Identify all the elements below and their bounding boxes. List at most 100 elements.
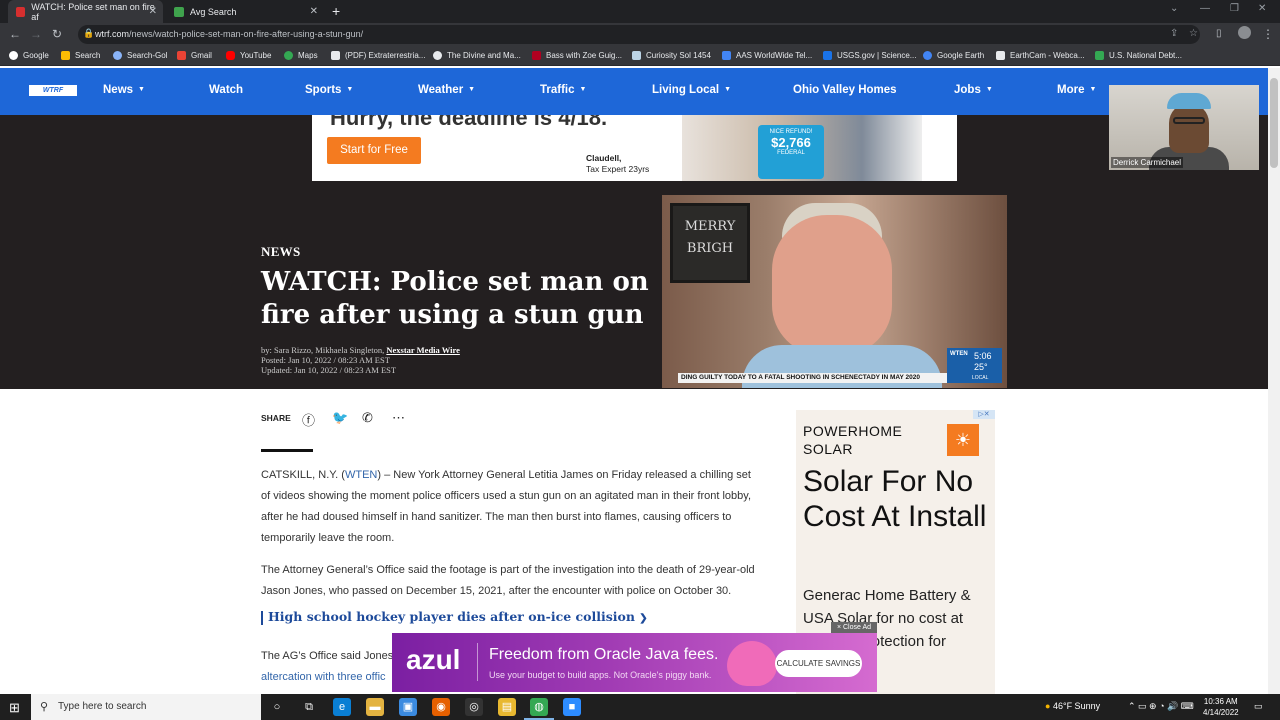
bookmark-aas[interactable]: AAS WorldWide Tel...: [722, 51, 812, 60]
new-tab-icon[interactable]: +: [332, 3, 340, 19]
bookmark-divine[interactable]: The Divine and Ma...: [433, 51, 521, 60]
twitter-icon[interactable]: 🐦: [332, 410, 348, 426]
cortana-icon[interactable]: ○: [268, 698, 286, 716]
maximize-icon[interactable]: ❐: [1230, 3, 1239, 14]
bookmark-curiosity[interactable]: Curiosity Sol 1454: [632, 51, 711, 60]
taskbar-search[interactable]: ⚲ Type here to search: [31, 694, 261, 720]
wten-link[interactable]: WTEN: [345, 469, 377, 481]
sun-icon: ●: [1045, 701, 1051, 711]
wtrf-logo[interactable]: WTRF: [29, 85, 77, 96]
nav-news[interactable]: News ▼: [103, 84, 145, 96]
nav-jobs[interactable]: Jobs ▼: [954, 84, 993, 96]
chevron-down-icon: ▼: [1089, 86, 1097, 94]
store-icon[interactable]: ▣: [399, 698, 417, 716]
start-for-free-button[interactable]: Start for Free: [327, 137, 421, 164]
bookmark-bass-zoe[interactable]: Bass with Zoe Guig...: [532, 51, 622, 60]
task-view-icon[interactable]: ⧉: [300, 698, 318, 716]
file-explorer-icon[interactable]: ▬: [366, 698, 384, 716]
tab-title: WATCH: Police set man on fire af: [31, 1, 155, 22]
browser-tab-bar: WATCH: Police set man on fire af ✕ Avg S…: [0, 0, 1280, 23]
windows-start-icon[interactable]: ⊞: [9, 700, 20, 716]
article-kicker[interactable]: NEWS: [261, 244, 301, 260]
top-banner-ad[interactable]: Hurry, the deadline is 4/18. Start for F…: [312, 115, 957, 181]
bookmark-google[interactable]: Google: [9, 51, 49, 60]
bookmark-gmail[interactable]: Gmail: [177, 51, 212, 60]
nav-traffic[interactable]: Traffic ▼: [540, 84, 586, 96]
edge-icon[interactable]: e: [333, 698, 351, 716]
calculate-savings-button[interactable]: CALCULATE SAVINGS: [775, 650, 862, 677]
ad-expert-caption: Claudell, Tax Expert 23yrs: [586, 153, 650, 174]
system-tray-icons[interactable]: ⌃ ▭ ⊕ ◔ 🔊 ⌨: [1128, 701, 1194, 712]
system-clock[interactable]: 10:36 AM 4/14/2022: [1203, 696, 1239, 718]
notifications-icon[interactable]: ▭: [1254, 701, 1263, 712]
paragraph-2: The Attorney General’s Office said the f…: [261, 564, 755, 597]
facebook-icon[interactable]: ⓕ: [302, 410, 315, 429]
bookmark-maps[interactable]: Maps: [284, 51, 318, 60]
zoom-icon[interactable]: ■: [563, 698, 581, 716]
related-bar: [261, 610, 263, 625]
close-tab-icon[interactable]: ✕: [149, 6, 157, 17]
close-tab-icon[interactable]: ✕: [310, 6, 318, 17]
bookmark-earthcam[interactable]: EarthCam - Webca...: [996, 51, 1085, 60]
back-icon[interactable]: ←: [9, 27, 21, 41]
chrome-icon[interactable]: ◍: [524, 698, 554, 720]
byline-link[interactable]: Nexstar Media Wire: [386, 345, 460, 355]
merry-sign: MERRY BRIGH: [670, 203, 750, 283]
nav-living-local[interactable]: Living Local ▼: [652, 84, 731, 96]
bookmark-usgs[interactable]: USGS.gov | Science...: [823, 51, 916, 60]
address-toolbar: ← → ↻ 🔒 wtrf.com/news/watch-police-set-m…: [0, 23, 1280, 46]
bookmark-search[interactable]: Search: [61, 51, 100, 60]
bookmark-star-icon[interactable]: ☆: [1189, 28, 1198, 39]
chevron-down-icon: ▼: [985, 86, 993, 94]
adchoices-icon[interactable]: ▷✕: [973, 410, 995, 419]
reload-icon[interactable]: ↻: [52, 27, 62, 41]
scrollbar-thumb[interactable]: [1270, 78, 1278, 168]
bookmark-search-gol[interactable]: Search-Gol: [113, 51, 167, 60]
media-app-icon[interactable]: ◎: [465, 698, 483, 716]
chevron-down-icon: ▼: [724, 86, 732, 94]
azul-banner-ad[interactable]: azul Freedom from Oracle Java fees. Use …: [392, 633, 877, 692]
tab-search-icon[interactable]: ⌄: [1170, 3, 1178, 14]
sticky-notes-icon[interactable]: ▤: [498, 698, 516, 716]
more-share-icon[interactable]: ⋯: [392, 410, 405, 426]
altercation-link[interactable]: altercation with three offic: [261, 671, 386, 683]
site-navigation: WTRF News ▼ Watch Sports ▼ Weather ▼ Traffi…: [0, 68, 1268, 115]
sidebar-icon[interactable]: ▯: [1216, 28, 1222, 39]
video-player[interactable]: MERRY BRIGH DING GUILTY TODAY TO A FATAL …: [662, 195, 1007, 388]
close-window-icon[interactable]: ✕: [1258, 3, 1266, 14]
bookmark-google-earth[interactable]: Google Earth: [923, 51, 984, 60]
weather-widget[interactable]: ● 46°F Sunny: [1045, 701, 1100, 711]
bookmark-national-debt[interactable]: U.S. National Debt...: [1095, 51, 1182, 60]
bookmark-pdf-extraterrestrial[interactable]: (PDF) Extraterrestria...: [331, 51, 425, 60]
nav-sports[interactable]: Sports ▼: [305, 84, 353, 96]
close-ad-button[interactable]: × Close Ad: [831, 622, 877, 633]
news-ticker: DING GUILTY TODAY TO A FATAL SHOOTING IN…: [678, 373, 953, 383]
menu-dots-icon[interactable]: ⋮: [1262, 27, 1274, 41]
ad-brand: POWERHOME SOLAR: [803, 423, 903, 457]
tab-watch-police[interactable]: WATCH: Police set man on fire af ✕: [8, 0, 163, 23]
nav-ohio-valley-homes[interactable]: Ohio Valley Homes: [793, 84, 897, 96]
bookmarks-bar: Google Search Search-Gol Gmail YouTube M…: [0, 46, 1280, 66]
forward-icon[interactable]: →: [30, 27, 42, 41]
address-bar[interactable]: 🔒 wtrf.com/news/watch-police-set-man-on-…: [78, 25, 1200, 44]
nav-watch[interactable]: Watch: [209, 84, 243, 96]
share-icon[interactable]: ⇪: [1170, 28, 1178, 39]
bookmark-youtube[interactable]: YouTube: [226, 51, 271, 60]
sun-logo-icon: ☀: [947, 424, 979, 456]
ad-separator: [477, 643, 478, 681]
whatsapp-icon[interactable]: ✆: [362, 410, 373, 426]
page-scrollbar[interactable]: [1268, 68, 1280, 694]
minimize-icon[interactable]: —: [1200, 3, 1210, 14]
firefox-icon[interactable]: ◉: [432, 698, 450, 716]
nav-weather[interactable]: Weather ▼: [418, 84, 475, 96]
nav-more[interactable]: More ▼: [1057, 84, 1096, 96]
profile-avatar[interactable]: [1238, 26, 1251, 39]
tab-avg-search[interactable]: Avg Search ✕: [166, 0, 324, 23]
related-article-link[interactable]: High school hockey player dies after on-…: [261, 609, 648, 625]
share-divider: [261, 449, 313, 452]
azul-subtext: Use your budget to build apps. Not Oracl…: [489, 670, 712, 680]
lock-icon: 🔒: [83, 28, 95, 38]
ad-big-headline: Solar For No Cost At Install: [803, 465, 987, 533]
azul-logo: azul: [406, 644, 461, 675]
taskbar-search-placeholder: Type here to search: [58, 701, 147, 712]
